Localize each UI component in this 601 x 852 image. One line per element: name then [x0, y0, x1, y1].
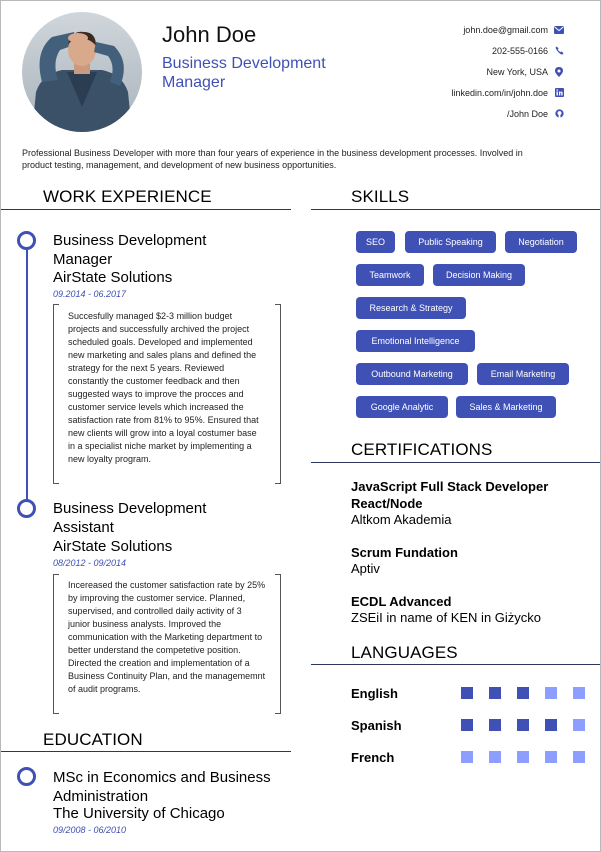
resume-page: John Doe Business Development Manager jo… — [0, 0, 601, 852]
certification-title: JavaScript Full Stack Developer React/No… — [351, 479, 549, 511]
person-title: Business Development Manager — [162, 55, 326, 91]
language-level-filled — [517, 687, 529, 699]
certifications-heading-divider — [311, 462, 600, 463]
envelope-icon — [552, 25, 566, 34]
language-level-filled — [545, 719, 557, 731]
language-level-empty — [517, 751, 529, 763]
skill-tag: Research & Strategy — [356, 297, 466, 319]
language-name: French — [351, 750, 395, 765]
education-heading-divider — [1, 751, 291, 752]
skill-tag: Decision Making — [433, 264, 525, 286]
linkedin-icon — [552, 88, 566, 97]
timeline-dot — [17, 499, 36, 518]
language-level-filled — [489, 719, 501, 731]
language-level-empty — [461, 751, 473, 763]
contact-github-text: /John Doe — [506, 108, 548, 119]
job-company: AirState Solutions — [53, 538, 173, 555]
education-degree: MSc in Economics and Business Administra… — [53, 769, 271, 805]
language-level-filled — [461, 719, 473, 731]
contact-email-text: john.doe@gmail.com — [463, 24, 548, 35]
job-role: Business Development Manager — [53, 232, 207, 268]
skill-tag: Public Speaking — [405, 231, 496, 253]
job-description-box: Succesfully managed $2-3 million budget … — [53, 304, 281, 484]
languages-heading: LANGUAGES — [351, 643, 458, 662]
language-level-filled — [517, 719, 529, 731]
contact-linkedin-text: linkedin.com/in/john.doe — [451, 87, 548, 98]
languages-heading-divider — [311, 664, 600, 665]
contact-location-text: New York, USA — [486, 66, 548, 77]
contact-list: john.doe@gmail.com 202-555-0166 New York… — [451, 19, 566, 124]
contact-phone-text: 202-555-0166 — [491, 45, 548, 56]
contact-github[interactable]: /John Doe — [451, 103, 566, 124]
skill-tag: Emotional Intelligence — [356, 330, 475, 352]
language-level-empty — [573, 687, 585, 699]
language-level-filled — [489, 687, 501, 699]
language-name: Spanish — [351, 718, 402, 733]
language-level-empty — [573, 751, 585, 763]
person-name: John Doe — [162, 22, 257, 47]
certification-title: ECDL Advanced — [351, 594, 452, 609]
timeline-dot — [17, 767, 36, 786]
language-level-filled — [461, 687, 473, 699]
work-timeline-line — [26, 241, 28, 509]
work-experience-heading: WORK EXPERIENCE — [43, 187, 212, 206]
job-dates: 09.2014 - 06.2017 — [53, 289, 127, 299]
language-level-empty — [489, 751, 501, 763]
skill-tag: Outbound Marketing — [356, 363, 468, 385]
profile-photo — [22, 12, 142, 132]
language-name: English — [351, 686, 398, 701]
certifications-heading: CERTIFICATIONS — [351, 440, 493, 459]
skill-tag: SEO — [356, 231, 395, 253]
profile-summary: Professional Business Developer with mor… — [22, 148, 523, 170]
certification-org: ZSEiI in name of KEN in Giżycko — [351, 610, 542, 625]
job-company: AirState Solutions — [53, 269, 173, 286]
skill-tag: Google Analytic — [356, 396, 448, 418]
work-heading-divider — [1, 209, 291, 210]
contact-linkedin[interactable]: linkedin.com/in/john.doe — [451, 82, 566, 103]
education-school: The University of Chicago — [53, 805, 225, 822]
language-level-empty — [545, 687, 557, 699]
github-icon — [552, 109, 566, 118]
skills-heading: SKILLS — [351, 187, 410, 206]
contact-phone[interactable]: 202-555-0166 — [451, 40, 566, 61]
job-description: Succesfully managed $2-3 million budget … — [68, 311, 259, 464]
job-description-box: Incereased the customer satisfaction rat… — [53, 574, 281, 714]
job-role: Business Development Assistant — [53, 500, 207, 536]
certification-org: Altkom Akademia — [351, 512, 452, 527]
skill-tag: Sales & Marketing — [456, 396, 556, 418]
skill-tag: Teamwork — [356, 264, 424, 286]
skills-heading-divider — [311, 209, 600, 210]
skill-tag: Email Marketing — [477, 363, 569, 385]
map-pin-icon — [552, 66, 566, 77]
certification-title: Scrum Fundation — [351, 545, 458, 560]
timeline-dot — [17, 231, 36, 250]
skill-tag: Negotiation — [505, 231, 577, 253]
job-dates: 08/2012 - 09/2014 — [53, 558, 127, 568]
education-heading: EDUCATION — [43, 730, 143, 749]
education-dates: 09/2008 - 06/2010 — [53, 825, 127, 835]
language-level-empty — [545, 751, 557, 763]
job-description: Incereased the customer satisfaction rat… — [68, 580, 266, 694]
language-level-empty — [573, 719, 585, 731]
contact-location: New York, USA — [451, 61, 566, 82]
certification-org: Aptiv — [351, 561, 380, 576]
contact-email[interactable]: john.doe@gmail.com — [451, 19, 566, 40]
phone-icon — [552, 46, 566, 55]
